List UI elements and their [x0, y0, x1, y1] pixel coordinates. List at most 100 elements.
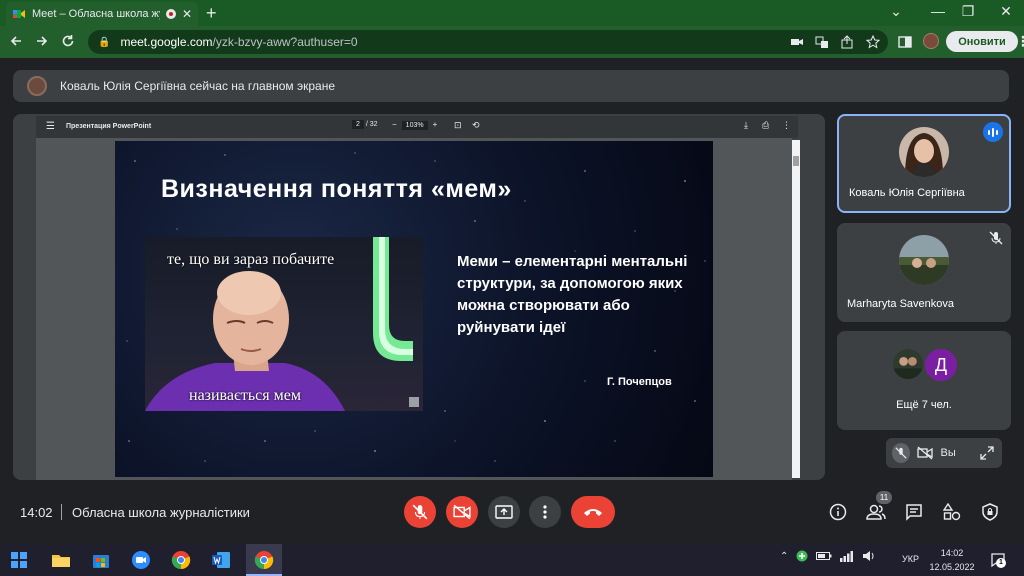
- camera-in-use-icon[interactable]: [790, 35, 804, 49]
- pdf-page-total: / 32: [365, 121, 378, 128]
- pdf-print-icon: ⎙: [762, 120, 770, 130]
- share-icon[interactable]: [840, 35, 854, 49]
- chrome-icon[interactable]: [168, 547, 194, 573]
- meeting-clock: 14:02: [20, 505, 53, 520]
- windows-start-icon[interactable]: [6, 547, 32, 573]
- profile-avatar[interactable]: [923, 33, 939, 49]
- tab-title: Meet – Обласна школа журналістики: [32, 8, 160, 20]
- volume-icon[interactable]: [862, 550, 876, 562]
- presentation-slide: Визначення поняття «мем» те, що ви зараз…: [115, 141, 713, 477]
- notification-count: 1: [996, 558, 1006, 568]
- chrome-active-icon[interactable]: [251, 547, 277, 573]
- people-icon: [866, 504, 886, 520]
- activities-icon: [943, 503, 961, 521]
- participant-tile-presenter[interactable]: Коваль Юлія Сергіївна: [837, 114, 1011, 213]
- side-panel-icon[interactable]: [898, 35, 912, 49]
- meeting-details-button[interactable]: [828, 502, 848, 522]
- address-bar[interactable]: 🔒 meet.google.com/yzk-bzvy-aww?authuser=…: [88, 30, 888, 54]
- pdf-zoom-level: 103%: [401, 121, 428, 130]
- slide-title: Визначення поняття «мем»: [161, 175, 512, 203]
- mic-off-icon: [412, 504, 428, 520]
- back-arrow-icon[interactable]: [8, 33, 28, 49]
- system-date: 12.05.2022: [929, 562, 975, 572]
- more-participants-count: Ещё 7 чел.: [896, 399, 952, 411]
- pdf-scrollbar-thumb: [793, 156, 799, 166]
- browser-tab[interactable]: Meet – Обласна школа журналістики ✕: [6, 2, 198, 26]
- bookmark-star-icon[interactable]: [866, 35, 880, 49]
- meme-top-caption: те, що ви зараз побачите: [167, 251, 335, 268]
- pdf-rotate-icon: ⟲: [472, 120, 480, 130]
- pdf-page-current: 2: [352, 120, 364, 129]
- host-controls-button[interactable]: [980, 502, 1000, 522]
- mic-off-icon: [989, 231, 1003, 245]
- input-language[interactable]: УКР: [902, 554, 919, 564]
- self-mic-off-icon: [892, 443, 911, 463]
- minimize-window-button[interactable]: —: [926, 3, 950, 19]
- pdf-page-indicator: 2 / 32: [352, 120, 378, 129]
- system-time: 14:02: [940, 548, 964, 558]
- file-explorer-icon[interactable]: [48, 547, 74, 573]
- more-vertical-icon: [543, 505, 547, 519]
- meeting-name: Обласна школа журналістики: [72, 505, 250, 520]
- new-tab-button[interactable]: +: [206, 3, 217, 23]
- zoom-app-icon[interactable]: [128, 547, 154, 573]
- microsoft-store-icon[interactable]: [88, 547, 114, 573]
- lock-icon: 🔒: [98, 36, 111, 48]
- activities-button[interactable]: [942, 502, 962, 522]
- hang-up-icon: [584, 509, 602, 516]
- reload-icon[interactable]: [60, 33, 80, 49]
- forward-arrow-icon[interactable]: [34, 33, 54, 49]
- network-icon[interactable]: [840, 550, 854, 562]
- more-options-button[interactable]: [529, 496, 561, 528]
- present-screen-icon: [495, 505, 513, 519]
- participant-avatar: [891, 347, 925, 381]
- meme-image: те, що ви зараз побачите називається мем: [145, 237, 423, 411]
- tab-close-icon[interactable]: ✕: [182, 7, 192, 21]
- more-participants-tile[interactable]: Д Ещё 7 чел.: [837, 331, 1011, 430]
- pdf-zoom-controls: −103% +: [392, 120, 438, 130]
- participant-initial-avatar: Д: [923, 347, 959, 383]
- leave-call-button[interactable]: [571, 496, 615, 528]
- camera-off-icon: [453, 504, 471, 520]
- tray-app-icon[interactable]: [796, 550, 808, 562]
- battery-icon[interactable]: [816, 551, 832, 561]
- chat-button[interactable]: [904, 502, 924, 522]
- update-browser-button[interactable]: Оновити: [946, 31, 1024, 52]
- restore-window-button[interactable]: ❐: [956, 3, 980, 20]
- chat-icon: [906, 504, 922, 521]
- self-camera-off-icon: [916, 443, 934, 463]
- system-clock[interactable]: 14:02 12.05.2022: [928, 546, 976, 574]
- pdf-viewer-toolbar: ☰ Презентация PowerPoint 2 / 32 −103% + ⊡…: [36, 116, 798, 138]
- url-domain: meet.google.com: [120, 35, 213, 49]
- expand-icon[interactable]: [978, 443, 996, 463]
- camera-toggle-button[interactable]: [446, 496, 478, 528]
- present-screen-button[interactable]: [488, 496, 520, 528]
- info-icon: [829, 503, 847, 521]
- pdf-scrollbar: [792, 140, 800, 478]
- speaking-indicator-icon: [983, 122, 1003, 142]
- participant-tile[interactable]: Marharyta Savenkova: [837, 223, 1011, 322]
- notification-center-icon[interactable]: 1: [990, 552, 1006, 568]
- self-view-bar[interactable]: Вы: [886, 438, 1002, 468]
- pdf-more-icon: ⋮: [782, 120, 791, 130]
- slide-author: Г. Почепцов: [607, 376, 672, 388]
- participant-name: Коваль Юлія Сергіївна: [849, 187, 965, 199]
- pdf-menu-icon: ☰: [46, 121, 55, 132]
- close-window-button[interactable]: ✕: [994, 3, 1018, 20]
- tab-search-icon[interactable]: ⌄: [884, 3, 908, 20]
- recording-icon: [165, 9, 176, 19]
- word-icon[interactable]: [208, 547, 234, 573]
- participant-avatar: [899, 235, 949, 285]
- url-path: /yzk-bzvy-aww?authuser=0: [212, 35, 358, 49]
- presenting-banner-text: Коваль Юлія Сергіївна сейчас на главном …: [60, 79, 335, 93]
- pdf-download-icon: ⤓: [744, 120, 748, 130]
- tray-chevron-icon[interactable]: ⌃: [780, 551, 788, 562]
- people-count-badge: 11: [876, 491, 892, 504]
- pdf-title: Презентация PowerPoint: [66, 123, 152, 130]
- participant-name: Marharyta Savenkova: [847, 298, 954, 310]
- show-everyone-button[interactable]: [866, 502, 886, 522]
- slide-definition-text: Меми – елементарні ментальні структури, …: [457, 253, 688, 336]
- participant-avatar: [899, 127, 949, 177]
- translate-icon[interactable]: [815, 35, 829, 49]
- microphone-toggle-button[interactable]: [404, 496, 436, 528]
